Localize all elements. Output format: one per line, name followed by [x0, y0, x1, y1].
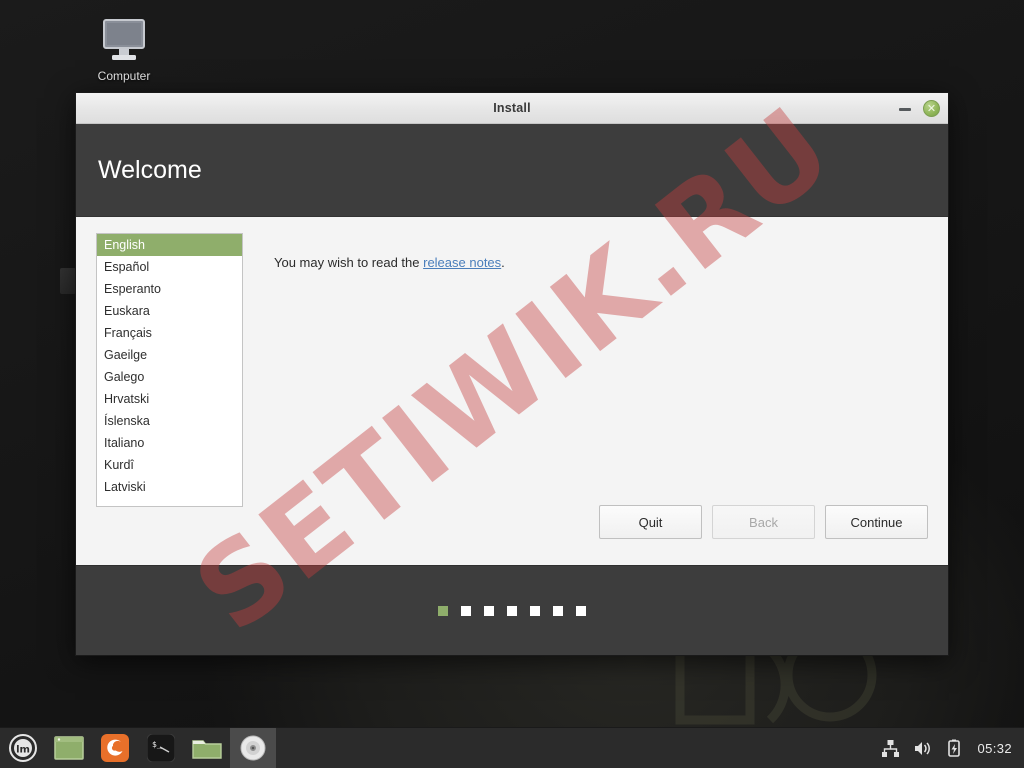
progress-dots — [76, 565, 948, 655]
language-item[interactable]: Kurdî — [97, 454, 242, 476]
install-window: Install ✕ Welcome English Español Esperant… — [75, 92, 949, 656]
volume-icon[interactable] — [913, 739, 932, 758]
language-item[interactable]: Euskara — [97, 300, 242, 322]
progress-dot — [507, 605, 517, 616]
language-item[interactable]: Italiano — [97, 432, 242, 454]
network-icon[interactable] — [881, 739, 900, 758]
battery-charging-icon[interactable] — [945, 739, 964, 758]
back-button: Back — [712, 505, 815, 539]
window-titlebar[interactable]: Install ✕ — [76, 93, 948, 124]
quit-button[interactable]: Quit — [599, 505, 702, 539]
language-item[interactable]: Español — [97, 256, 242, 278]
close-icon[interactable]: ✕ — [923, 100, 940, 117]
computer-monitor-icon — [84, 16, 164, 66]
firefox-icon[interactable] — [92, 728, 138, 768]
disc-installer-icon[interactable] — [230, 727, 276, 768]
window-list-icon[interactable] — [46, 728, 92, 768]
page-title: Welcome — [98, 155, 202, 184]
taskbar: lm $_ 05:32 — [0, 727, 1024, 768]
language-item[interactable]: Latviski — [97, 476, 242, 498]
release-notes-link[interactable]: release notes — [423, 255, 501, 270]
language-item[interactable]: Gaeilge — [97, 344, 242, 366]
language-list[interactable]: English Español Esperanto Euskara Français Ga… — [96, 233, 243, 507]
desktop-edge-item — [60, 268, 76, 294]
progress-dot — [461, 605, 471, 616]
progress-dot-active — [438, 605, 448, 616]
progress-dot — [576, 605, 586, 616]
intro-prefix: You may wish to read the — [274, 255, 424, 270]
language-item[interactable]: Esperanto — [97, 278, 242, 300]
progress-dot — [484, 605, 494, 616]
clock[interactable]: 05:32 — [977, 741, 1012, 756]
language-item[interactable]: English — [97, 234, 242, 256]
progress-dot — [553, 605, 563, 616]
terminal-icon[interactable]: $_ — [138, 728, 184, 768]
window-title: Install — [493, 101, 531, 115]
window-header: Welcome — [76, 124, 948, 217]
close-glyph: ✕ — [926, 102, 937, 115]
language-item[interactable]: Hrvatski — [97, 388, 242, 410]
content-pane: You may wish to read the release notes. … — [243, 233, 928, 565]
window-controls: ✕ — [897, 93, 940, 124]
window-body: English Español Esperanto Euskara Français Ga… — [76, 217, 948, 565]
language-item[interactable]: Français — [97, 322, 242, 344]
release-notes-line: You may wish to read the release notes. — [274, 255, 928, 270]
system-tray: 05:32 — [881, 739, 1024, 758]
taskbar-launchers: lm $_ — [0, 727, 276, 768]
language-item[interactable]: Íslenska — [97, 410, 242, 432]
progress-dot — [530, 605, 540, 616]
dialog-button-row: Quit Back Continue — [599, 505, 928, 539]
continue-button[interactable]: Continue — [825, 505, 928, 539]
file-manager-icon[interactable] — [184, 728, 230, 768]
minimize-icon[interactable] — [897, 101, 913, 117]
intro-suffix: . — [501, 255, 505, 270]
desktop-icon-area: Computer — [84, 16, 164, 83]
mint-menu-icon[interactable]: lm — [0, 728, 46, 768]
language-item[interactable]: Galego — [97, 366, 242, 388]
desktop: Computer Install ✕ Welcome English Españo… — [0, 0, 1024, 768]
desktop-icon-label: Computer — [97, 69, 151, 83]
desktop-icon-computer[interactable]: Computer — [84, 16, 164, 83]
svg-text:lm: lm — [16, 745, 30, 756]
